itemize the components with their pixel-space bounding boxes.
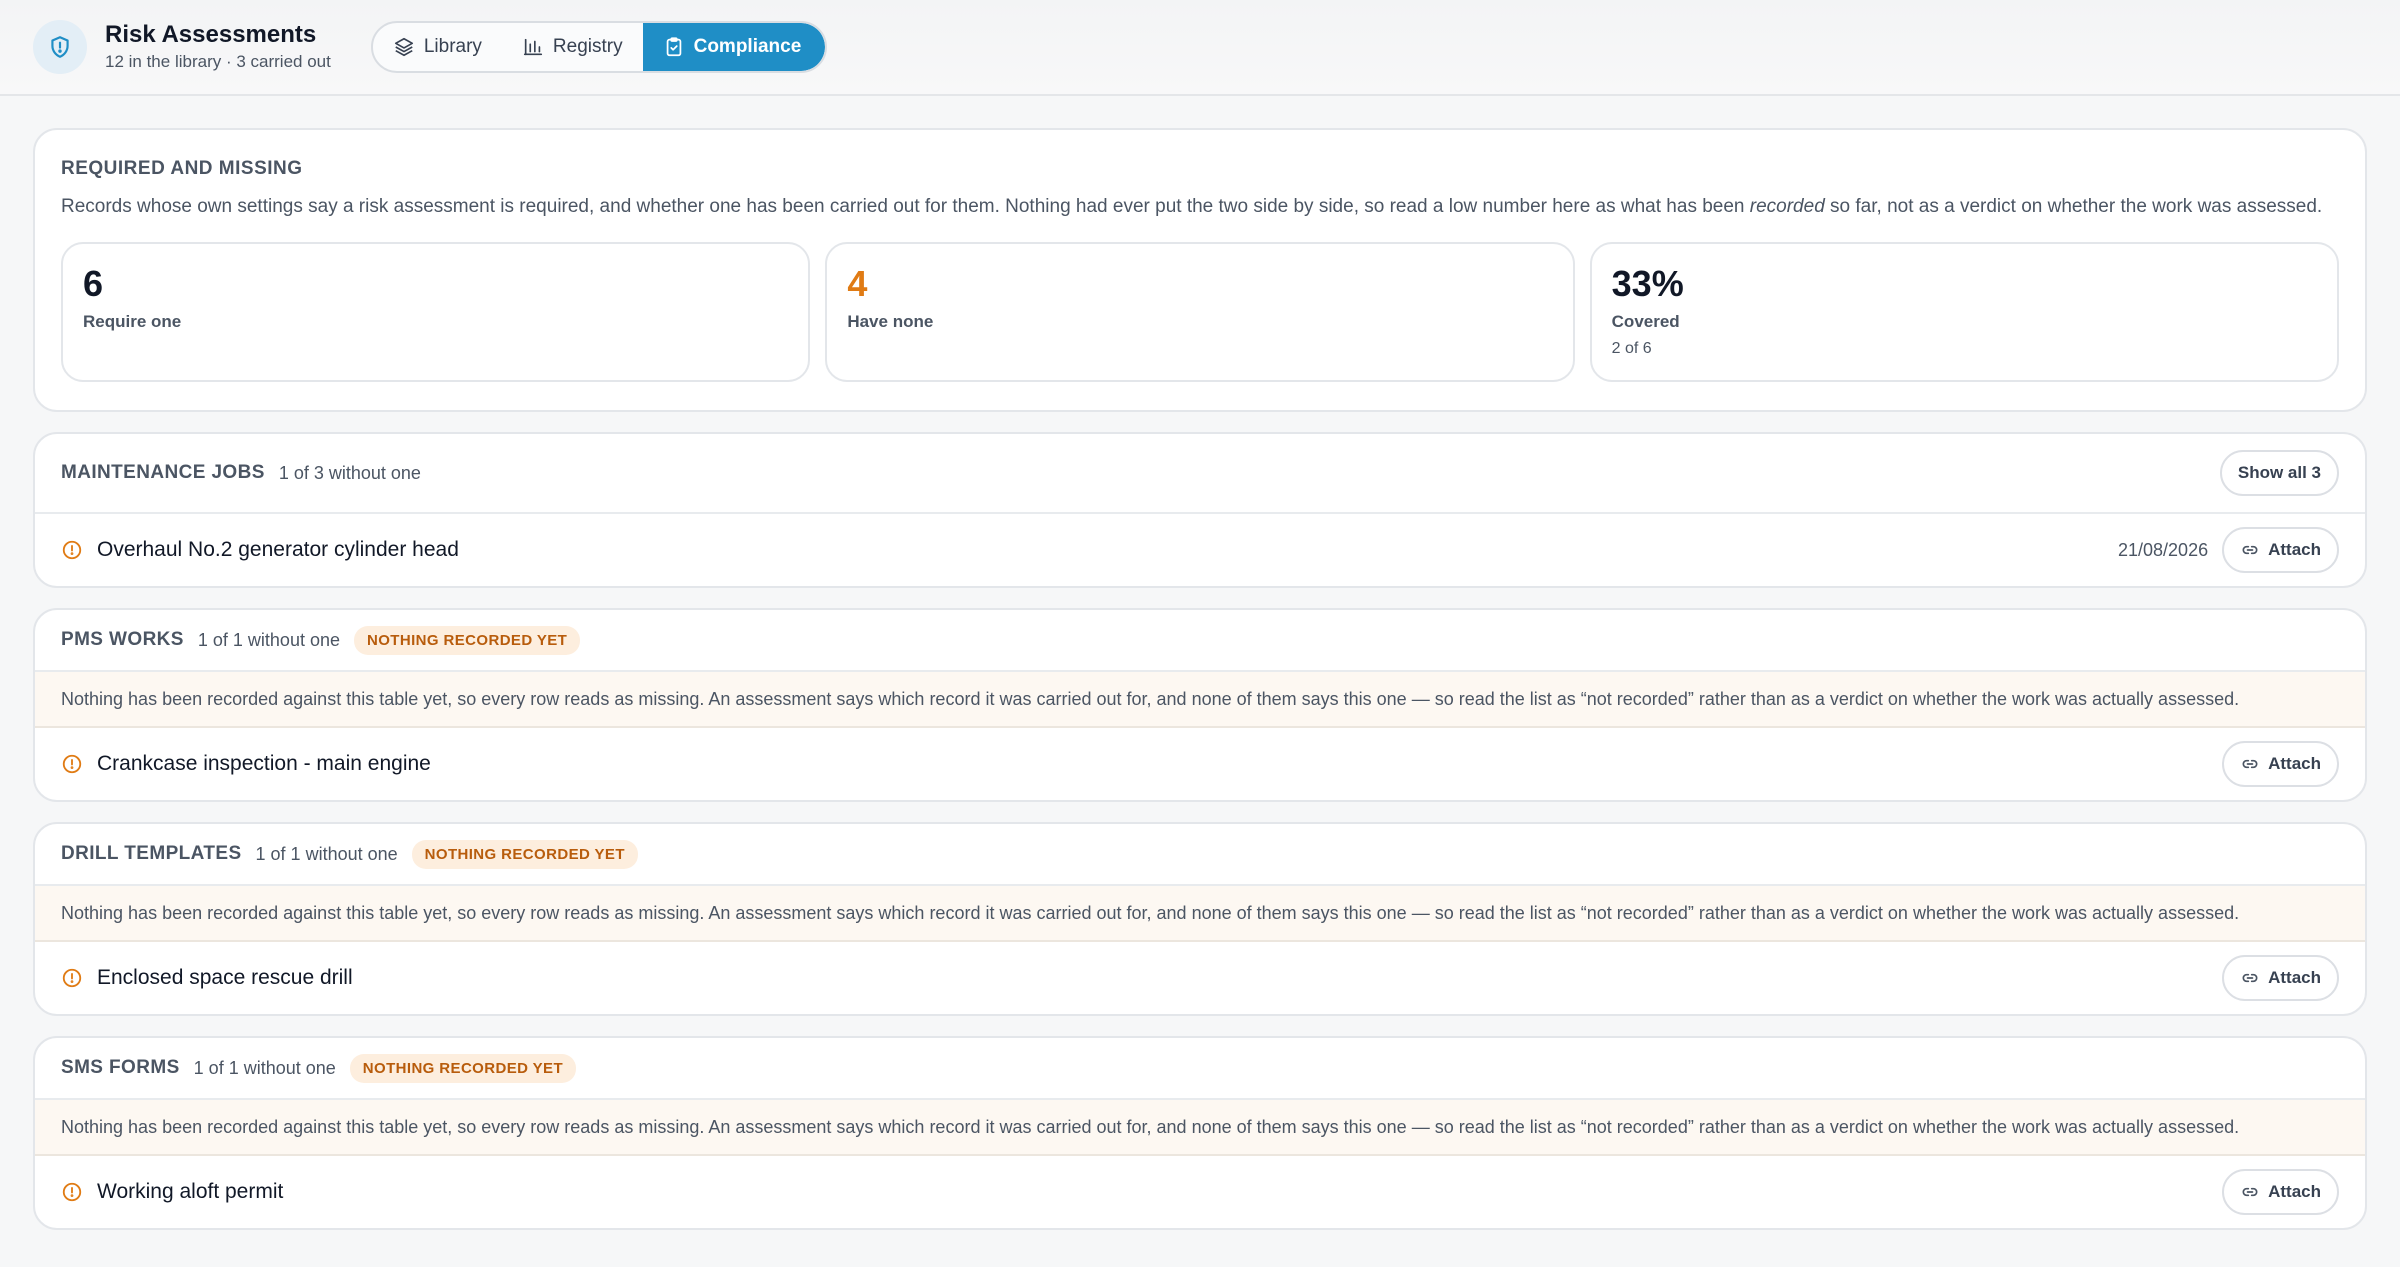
view-tabs: Library Registry Compliance <box>370 21 828 73</box>
stat-require-one: 6 Require one <box>61 242 811 382</box>
app-header: Risk Assessments 12 in the library · 3 c… <box>0 0 2400 96</box>
group-count: 1 of 3 without one <box>278 462 421 483</box>
item-title: Working aloft permit <box>97 1180 284 1203</box>
group-name: DRILL TEMPLATES <box>61 843 242 864</box>
group-name: MAINTENANCE JOBS <box>61 462 265 483</box>
group-header: PMS WORKS 1 of 1 without one NOTHING REC… <box>35 610 2365 672</box>
required-missing-summary: REQUIRED AND MISSING Records whose own s… <box>33 128 2367 412</box>
stat-have-none: 4 Have none <box>825 242 1575 382</box>
status-badge: NOTHING RECORDED YET <box>349 1053 577 1083</box>
stat-covered: 33% Covered 2 of 6 <box>1589 242 2339 382</box>
stat-label: Have none <box>847 312 934 331</box>
list-item: Enclosed space rescue drill Attach <box>35 942 2365 1014</box>
stat-sub: 2 of 6 <box>1611 340 1652 357</box>
list-item: Overhaul No.2 generator cylinder head 21… <box>35 514 2365 586</box>
layers-icon <box>393 36 415 58</box>
shield-icon <box>33 20 87 74</box>
attach-button[interactable]: Attach <box>2222 1169 2339 1215</box>
alert-circle-icon <box>61 539 83 561</box>
clipboard-check-icon <box>663 36 685 58</box>
tab-library-label: Library <box>423 36 482 57</box>
tab-registry-label: Registry <box>552 36 623 57</box>
item-date: 21/08/2026 <box>2118 539 2209 560</box>
group-count: 1 of 1 without one <box>255 843 398 864</box>
group-name: SMS FORMS <box>61 1057 180 1078</box>
item-title: Enclosed space rescue drill <box>97 966 353 989</box>
main-content: REQUIRED AND MISSING Records whose own s… <box>0 96 2400 1230</box>
group-name: PMS WORKS <box>61 629 184 650</box>
group-header: SMS FORMS 1 of 1 without one NOTHING REC… <box>35 1038 2365 1100</box>
page-subtitle: 12 in the library · 3 carried out <box>105 52 331 71</box>
group-count: 1 of 1 without one <box>197 629 340 650</box>
status-badge: NOTHING RECORDED YET <box>354 625 581 655</box>
attach-label: Attach <box>2268 540 2321 559</box>
attach-button[interactable]: Attach <box>2222 741 2339 787</box>
status-badge: NOTHING RECORDED YET <box>411 839 638 869</box>
show-all-button[interactable]: Show all 3 <box>2219 450 2339 496</box>
alert-circle-icon <box>61 753 83 775</box>
bar-chart-icon <box>522 36 544 58</box>
group-header: DRILL TEMPLATES 1 of 1 without one NOTHI… <box>35 824 2365 886</box>
tab-library[interactable]: Library <box>373 23 502 71</box>
alert-circle-icon <box>61 967 83 989</box>
group-notice: Nothing has been recorded against this t… <box>35 672 2365 728</box>
tab-registry[interactable]: Registry <box>502 23 643 71</box>
attach-label: Attach <box>2268 754 2321 773</box>
summary-desc-part: Records whose own settings say a risk as… <box>61 196 1750 217</box>
group-count: 1 of 1 without one <box>193 1057 336 1078</box>
item-title: Overhaul No.2 generator cylinder head <box>97 538 459 561</box>
summary-desc-part: so far, not as a verdict on whether the … <box>1824 196 2323 217</box>
group-pms-works: PMS WORKS 1 of 1 without one NOTHING REC… <box>33 608 2367 802</box>
group-notice: Nothing has been recorded against this t… <box>35 1100 2365 1156</box>
group-maintenance-jobs: MAINTENANCE JOBS 1 of 3 without one Show… <box>33 432 2367 588</box>
stat-value: 33% <box>1611 263 1684 304</box>
group-sms-forms: SMS FORMS 1 of 1 without one NOTHING REC… <box>33 1036 2367 1230</box>
item-title: Crankcase inspection - main engine <box>97 752 431 775</box>
link-icon <box>2240 540 2260 560</box>
tab-compliance-label: Compliance <box>693 36 802 57</box>
list-item: Working aloft permit Attach <box>35 1156 2365 1228</box>
page-title: Risk Assessments <box>105 21 317 48</box>
list-item: Crankcase inspection - main engine Attac… <box>35 728 2365 800</box>
summary-description: Records whose own settings say a risk as… <box>61 194 2339 220</box>
tab-compliance[interactable]: Compliance <box>642 23 826 71</box>
group-notice: Nothing has been recorded against this t… <box>35 886 2365 942</box>
summary-stats: 6 Require one 4 Have none 33% Covered 2 … <box>61 242 2339 382</box>
stat-value: 6 <box>83 263 104 304</box>
stat-value: 4 <box>847 263 868 304</box>
group-drill-templates: DRILL TEMPLATES 1 of 1 without one NOTHI… <box>33 822 2367 1016</box>
link-icon <box>2240 968 2260 988</box>
attach-label: Attach <box>2268 968 2321 987</box>
link-icon <box>2240 754 2260 774</box>
summary-heading: REQUIRED AND MISSING <box>61 158 303 179</box>
attach-button[interactable]: Attach <box>2222 527 2339 573</box>
alert-circle-icon <box>61 1181 83 1203</box>
attach-label: Attach <box>2268 1182 2321 1201</box>
attach-button[interactable]: Attach <box>2222 955 2339 1001</box>
title-block: Risk Assessments 12 in the library · 3 c… <box>105 20 331 74</box>
stat-label: Require one <box>83 312 182 331</box>
link-icon <box>2240 1182 2260 1202</box>
summary-desc-emphasis: recorded <box>1749 196 1825 217</box>
stat-label: Covered <box>1611 312 1680 331</box>
group-header: MAINTENANCE JOBS 1 of 3 without one Show… <box>35 434 2365 514</box>
